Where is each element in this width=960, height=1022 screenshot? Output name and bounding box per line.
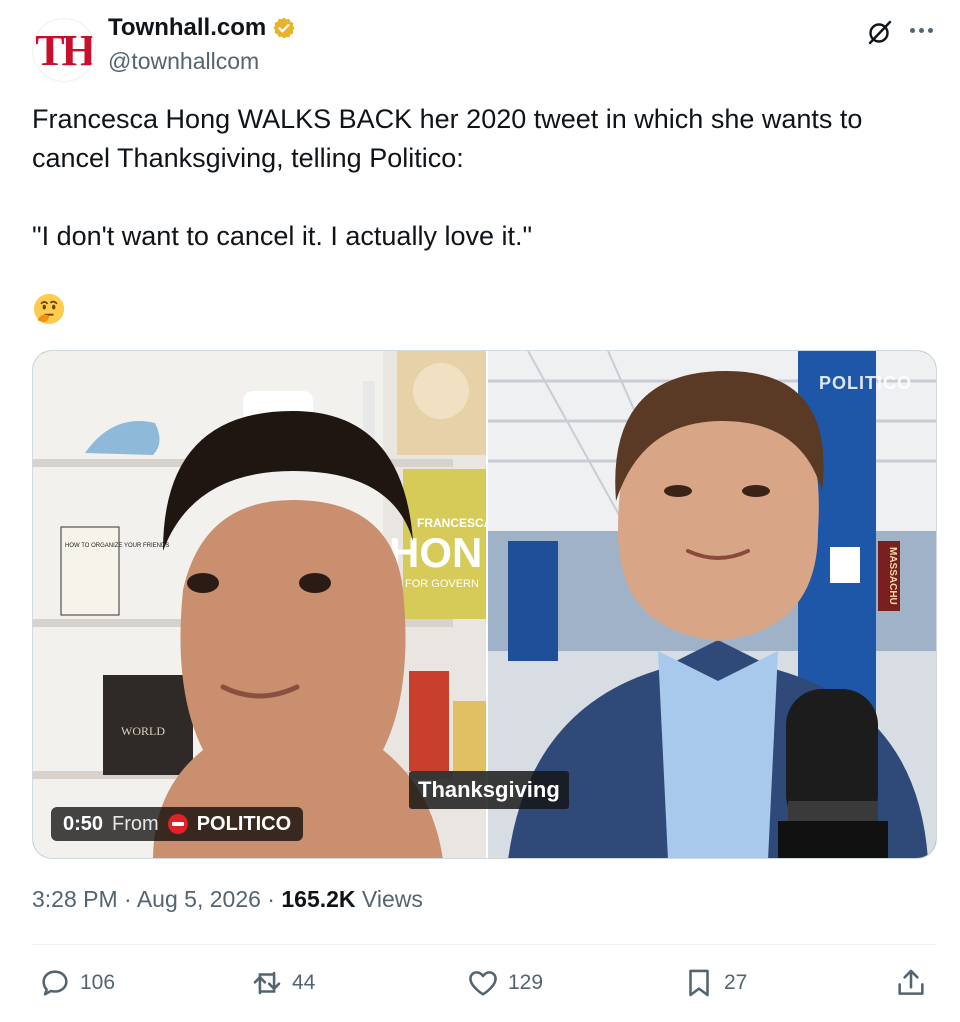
tweet-text: Francesca Hong WALKS BACK her 2020 tweet… <box>32 100 922 256</box>
tweet-line <box>32 178 922 217</box>
reply-button[interactable]: 106 <box>38 964 115 1002</box>
background-banner-text: MASSACHU <box>887 547 898 605</box>
tweet-line: "I don't want to cancel it. I actually l… <box>32 221 533 251</box>
meta-separator: · <box>124 886 132 912</box>
video-player[interactable]: FRANCESCA HON FOR GOVERN HOW TO ORGANIZE… <box>32 350 937 859</box>
author-handle[interactable]: @townhallcom <box>108 48 259 75</box>
views-label: Views <box>361 886 423 912</box>
reply-count: 106 <box>80 971 116 994</box>
video-duration: 0:50 <box>63 812 104 835</box>
author-name-row: Townhall.com <box>108 14 296 42</box>
thinking-emoji-icon <box>33 293 65 325</box>
more-icon[interactable] <box>905 14 937 46</box>
repost-count: 44 <box>292 971 316 994</box>
subtitle-caption: Thanksgiving <box>409 771 569 809</box>
views-count[interactable]: 165.2K <box>281 886 355 912</box>
poster-text-2: HON <box>389 529 482 576</box>
author-avatar[interactable]: TH <box>32 18 96 82</box>
tweet-time[interactable]: 3:28 PM <box>32 886 118 912</box>
politico-watermark: POLITICO <box>819 373 912 393</box>
reply-icon <box>42 970 68 996</box>
poster-text-3: FOR GOVERN <box>405 578 479 590</box>
share-button[interactable] <box>894 964 928 1002</box>
book-cover-text: HOW TO ORGANIZE YOUR FRIENDS <box>65 543 169 549</box>
repost-icon <box>250 966 281 1000</box>
like-icon <box>469 971 497 996</box>
bookmark-icon <box>689 969 709 997</box>
video-source: POLITICO <box>196 812 292 835</box>
bookmark-count: 27 <box>724 971 748 994</box>
actions-divider <box>32 944 937 945</box>
poster-text-1: FRANCESCA <box>417 516 486 530</box>
like-button[interactable]: 129 <box>466 964 543 1002</box>
bookmark-button[interactable]: 27 <box>682 964 747 1002</box>
meta-separator: · <box>267 886 275 912</box>
share-icon <box>898 969 924 995</box>
tweet-meta: 3:28 PM · Aug 5, 2026 · 165.2K Views <box>32 886 423 913</box>
like-count: 129 <box>508 971 544 994</box>
verified-badge-icon[interactable] <box>272 16 296 40</box>
tweet-line: cancel Thanksgiving, telling Politico: <box>32 143 464 173</box>
author-display-name[interactable]: Townhall.com <box>108 14 266 42</box>
tweet-line: Francesca Hong WALKS BACK her 2020 tweet… <box>32 104 863 134</box>
politico-logo-icon <box>167 814 188 834</box>
grok-icon[interactable] <box>866 18 894 46</box>
video-from-label: From <box>112 812 159 835</box>
avatar-text: TH <box>35 25 95 75</box>
shelf-book-text: WORLD <box>121 724 165 738</box>
video-info-pill[interactable]: 0:50 From POLITICO <box>51 807 304 841</box>
tweet-date[interactable]: Aug 5, 2026 <box>137 886 261 912</box>
repost-button[interactable]: 44 <box>250 964 315 1002</box>
